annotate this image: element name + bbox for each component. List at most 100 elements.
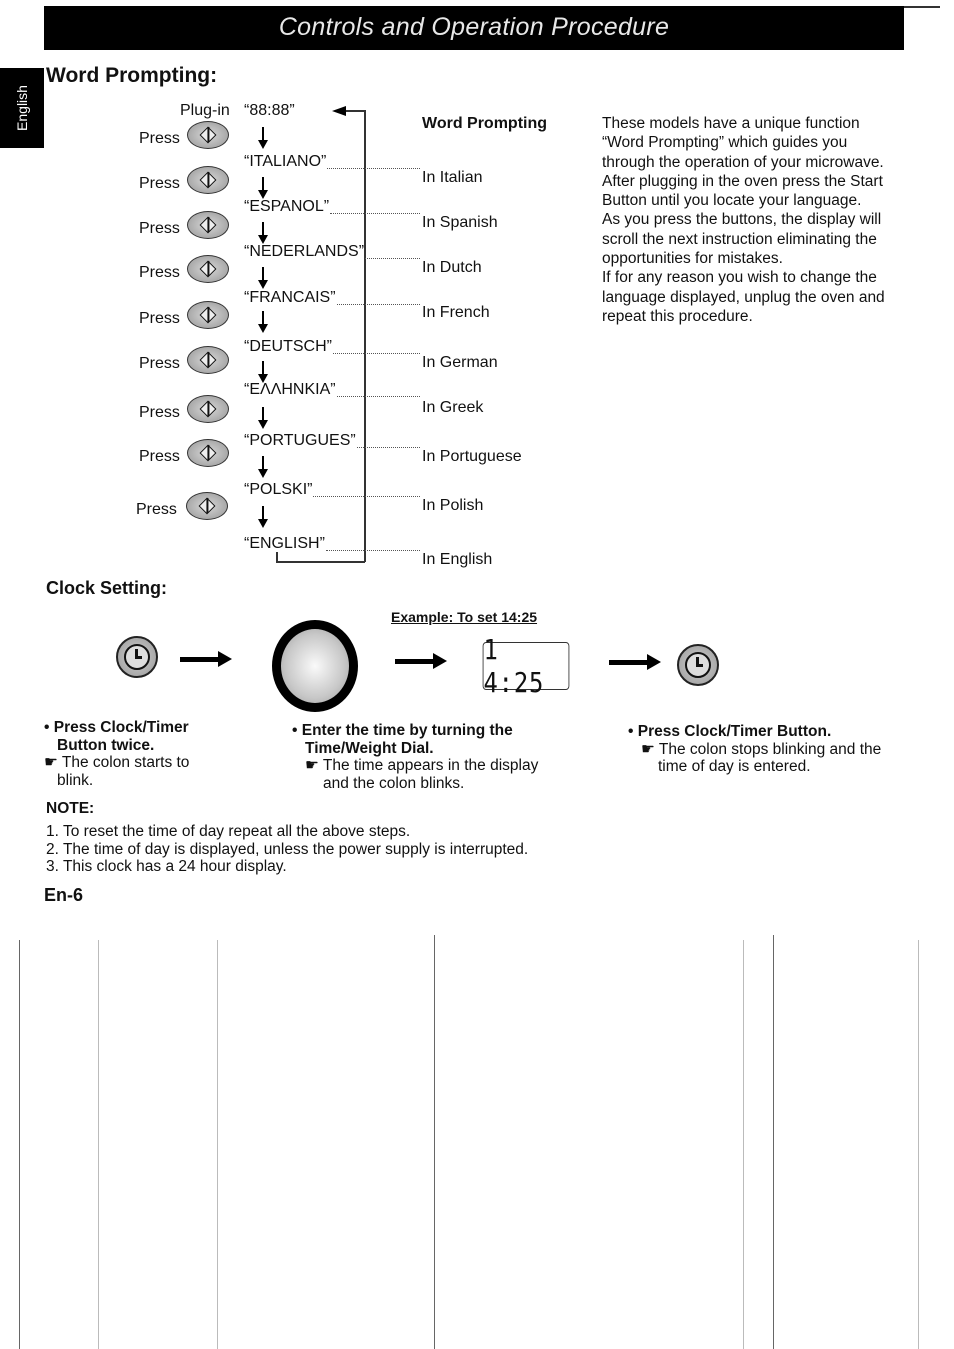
leader-line	[313, 496, 420, 497]
scan-line	[98, 940, 99, 1349]
step-note: ☛ The time appears in the display	[305, 757, 539, 774]
down-arrow-icon	[258, 311, 268, 333]
leader-line	[365, 258, 420, 259]
note-item: 2. The time of day is displayed, unless …	[46, 840, 529, 858]
description-line: Button until you locate your language.	[602, 192, 862, 210]
clock-step-1: • Press Clock/Timer Button twice. ☛ The …	[44, 719, 264, 789]
leader-line	[356, 447, 420, 448]
language-meaning: In Polish	[422, 497, 484, 514]
press-label: Press	[139, 404, 180, 421]
loop-arrow-head-icon	[332, 106, 346, 116]
loop-line-bottom	[276, 561, 365, 563]
start-button-diamond-icon	[187, 211, 229, 239]
note-heading: NOTE:	[46, 800, 95, 817]
note-list: 1. To reset the time of day repeat all t…	[46, 823, 528, 876]
press-label: Press	[139, 130, 180, 147]
display-word: “ENGLISH”	[244, 535, 325, 552]
diamond-glyph-icon	[199, 126, 217, 144]
language-meaning: In Portuguese	[422, 448, 522, 465]
clock-face-icon	[685, 652, 711, 678]
plug-in-label: Plug-in	[180, 102, 230, 119]
description-line: opportunities for mistakes.	[602, 250, 783, 268]
diamond-glyph-icon	[198, 497, 216, 515]
diamond-glyph-icon	[199, 444, 217, 462]
step-note: ☛ The colon starts to	[44, 754, 190, 771]
language-meaning: In Dutch	[422, 259, 482, 276]
language-tab-label-wrap: English	[0, 68, 44, 148]
time-weight-dial-icon	[272, 620, 358, 712]
word-prompting-heading: Word Prompting:	[46, 64, 218, 87]
arrow-right-icon	[180, 651, 232, 667]
diamond-glyph-icon	[199, 216, 217, 234]
start-button-diamond-icon	[187, 395, 229, 423]
description-line: “Word Prompting” which guides you	[602, 134, 848, 152]
leader-line	[327, 168, 420, 169]
page-title: Controls and Operation Procedure	[278, 13, 670, 41]
language-meaning: In Greek	[422, 399, 484, 416]
arrow-right-icon	[609, 654, 661, 670]
start-button-diamond-icon	[187, 301, 229, 329]
leader-line	[336, 304, 420, 305]
down-arrow-icon	[258, 506, 268, 528]
example-label: Example: To set 14:25	[391, 609, 538, 625]
down-arrow-icon	[258, 127, 268, 149]
leader-line	[330, 213, 420, 214]
language-meaning: In German	[422, 354, 498, 371]
display-word: “ΕΛΛΗΝΚΙΑ”	[244, 381, 336, 398]
description-line: language displayed, unplug the oven and	[602, 288, 885, 306]
press-label: Press	[139, 355, 180, 372]
description-line: through the operation of your microwave.	[602, 153, 884, 171]
display-word: “NEDERLANDS”	[244, 243, 365, 260]
display-word: “ESPANOL”	[244, 198, 330, 215]
description-line: If for any reason you wish to change the	[602, 269, 877, 287]
step-note: blink.	[57, 771, 94, 789]
description-line: These models have a unique function	[602, 115, 860, 132]
step-instruction: Time/Weight Dial.	[305, 739, 434, 757]
description-line: repeat this procedure.	[602, 307, 753, 325]
down-arrow-icon	[258, 407, 268, 429]
description-line: scroll the next instruction eliminating …	[602, 230, 877, 248]
press-label: Press	[139, 175, 180, 192]
down-arrow-icon	[258, 177, 268, 199]
press-label: Press	[136, 501, 177, 518]
clock-face-icon	[124, 644, 150, 670]
diamond-glyph-icon	[199, 260, 217, 278]
word-prompting-description: These models have a unique function “Wor…	[602, 114, 922, 326]
step-instruction: Button twice.	[57, 736, 155, 754]
scan-line	[918, 940, 919, 1349]
down-arrow-icon	[258, 361, 268, 383]
diamond-glyph-icon	[199, 351, 217, 369]
clock-setting-heading: Clock Setting:	[46, 578, 168, 598]
diamond-glyph-icon	[199, 400, 217, 418]
start-button-diamond-icon	[187, 439, 229, 467]
display-word: “ITALIANO”	[244, 153, 327, 170]
leader-line	[336, 396, 420, 397]
language-meaning: In French	[422, 304, 490, 321]
language-meaning: In Italian	[422, 169, 483, 186]
description-line: After plugging in the oven press the Sta…	[602, 172, 883, 190]
start-button-diamond-icon	[187, 121, 229, 149]
start-button-diamond-icon	[187, 255, 229, 283]
step-note: ☛ The colon stops blinking and the	[641, 740, 882, 758]
press-label: Press	[139, 448, 180, 465]
clock-step-2: • Enter the time by turning the Time/Wei…	[292, 722, 592, 792]
loop-line-vertical	[364, 110, 366, 562]
display-word: “FRANCAIS”	[244, 289, 336, 306]
start-button-diamond-icon	[187, 166, 229, 194]
press-label: Press	[139, 264, 180, 281]
scan-line	[773, 935, 774, 1349]
note-item: 3. This clock has a 24 hour display.	[46, 858, 287, 876]
press-label: Press	[139, 310, 180, 327]
clock-step-3: • Press Clock/Timer Button. ☛ The colon …	[628, 723, 918, 776]
down-arrow-icon	[258, 456, 268, 478]
leader-line	[325, 550, 420, 551]
leader-line	[333, 353, 420, 354]
press-label: Press	[139, 220, 180, 237]
diamond-glyph-icon	[199, 171, 217, 189]
language-tab-label: English	[14, 85, 31, 131]
clock-timer-button-icon	[677, 644, 719, 686]
loop-line-bottom-tick	[276, 552, 278, 562]
language-meaning: In Spanish	[422, 214, 498, 231]
step-instruction: • Press Clock/Timer Button.	[628, 723, 832, 740]
word-prompting-column-heading: Word Prompting	[422, 115, 548, 132]
